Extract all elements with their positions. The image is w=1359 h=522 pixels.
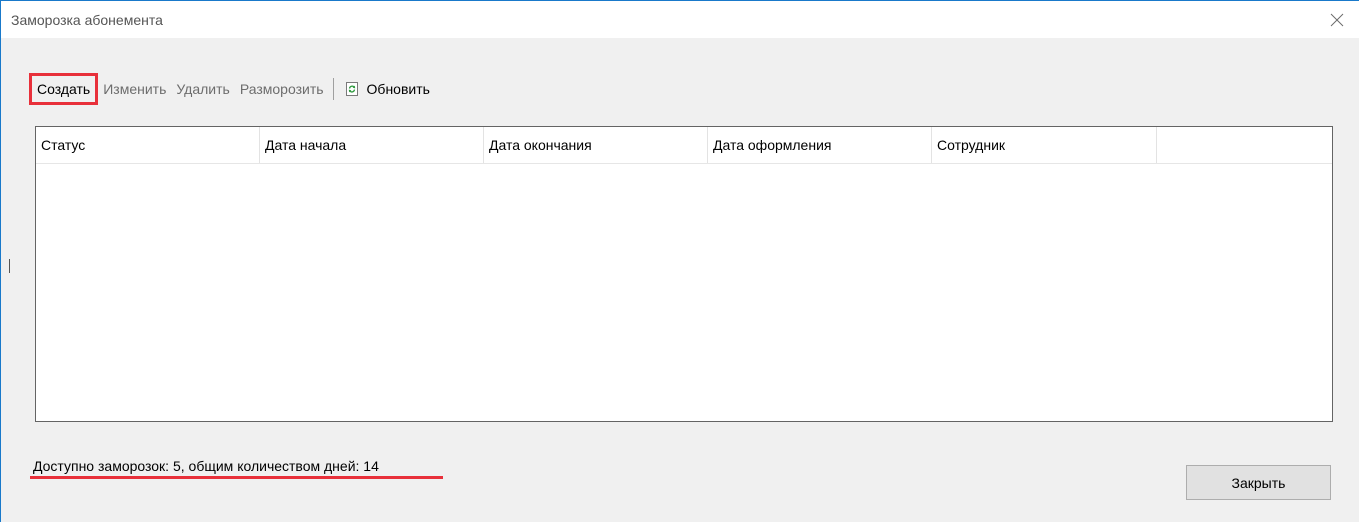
refresh-button[interactable]: Обновить xyxy=(340,75,434,103)
refresh-label: Обновить xyxy=(366,81,430,97)
unfreeze-button[interactable]: Разморозить xyxy=(235,75,329,103)
toolbar: Создать Изменить Удалить Разморозить Обн… xyxy=(29,73,434,105)
delete-button[interactable]: Удалить xyxy=(171,75,234,103)
edit-button[interactable]: Изменить xyxy=(98,75,171,103)
column-header-status[interactable]: Статус xyxy=(36,127,260,163)
create-button[interactable]: Создать xyxy=(29,73,99,105)
freeze-subscription-dialog: Заморозка абонемента Создать Изменить Уд… xyxy=(0,0,1359,522)
column-header-registration-date[interactable]: Дата оформления xyxy=(708,127,932,163)
title-bar: Заморозка абонемента xyxy=(1,1,1359,38)
column-header-empty xyxy=(1157,127,1332,163)
column-header-end-date[interactable]: Дата окончания xyxy=(484,127,708,163)
annotation-underline xyxy=(30,476,443,479)
toolbar-separator xyxy=(332,78,334,100)
column-header-employee[interactable]: Сотрудник xyxy=(932,127,1157,163)
column-header-start-date[interactable]: Дата начала xyxy=(260,127,484,163)
close-icon xyxy=(1330,13,1344,26)
window-title: Заморозка абонемента xyxy=(11,12,163,28)
refresh-icon xyxy=(345,82,358,96)
close-button[interactable]: Закрыть xyxy=(1186,465,1331,500)
table-header: Статус Дата начала Дата окончания Дата о… xyxy=(36,127,1332,164)
window-close-button[interactable] xyxy=(1315,1,1359,38)
left-edge-mark xyxy=(9,259,10,273)
available-freezes-summary: Доступно заморозок: 5, общим количеством… xyxy=(33,458,379,474)
freezes-table[interactable]: Статус Дата начала Дата окончания Дата о… xyxy=(35,126,1333,422)
